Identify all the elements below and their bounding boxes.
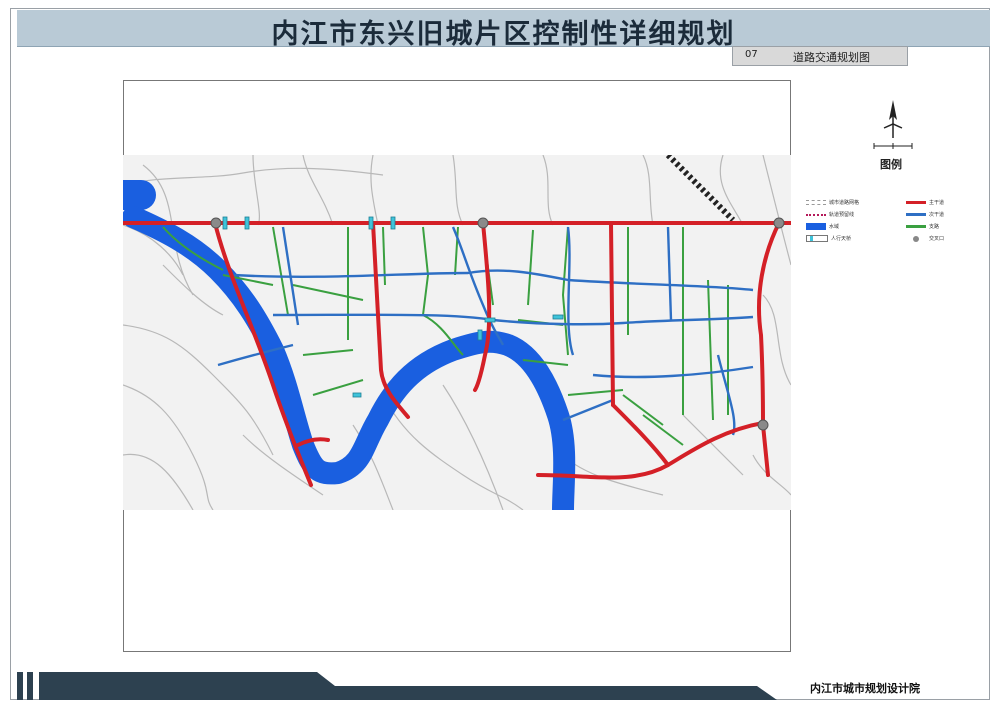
sheet-number: 07 — [745, 49, 758, 60]
arterial-line-icon — [906, 201, 926, 204]
footbridge — [390, 216, 396, 230]
footbridge-swatch-icon — [806, 235, 828, 242]
legend-label: 支路 — [929, 224, 940, 230]
legend-label: 次干道 — [929, 212, 945, 218]
title-bar: 内江市东兴旧城片区控制性详细规划 — [17, 10, 990, 50]
intersection-node — [210, 217, 222, 229]
legend-item: 主干道 — [906, 198, 944, 207]
footbridge — [244, 216, 250, 230]
legend-item: 城市道路网格 — [806, 198, 859, 207]
legend-item: 人行天桥 — [806, 234, 851, 243]
design-institute: 内江市城市规划设计院 — [810, 682, 920, 695]
intersection-dot-icon — [906, 235, 926, 242]
sheet-info-bar: 07 道路交通规划图 — [732, 46, 908, 66]
legend-item: 水域 — [806, 222, 839, 231]
legend-item: 交叉口 — [906, 234, 944, 243]
footer-bar — [17, 672, 777, 700]
intersection-node — [477, 217, 489, 229]
branch-line-icon — [906, 225, 926, 228]
road-plan-map — [123, 155, 791, 510]
legend-item: 轨道预留线 — [806, 210, 854, 219]
legend-label: 城市道路网格 — [829, 200, 860, 206]
intersection-node — [773, 217, 785, 229]
water-swatch-icon — [806, 223, 826, 230]
footbridge — [368, 216, 374, 230]
rail-reserve-line-icon — [806, 213, 826, 216]
legend-label: 轨道预留线 — [829, 212, 855, 218]
secondary-line-icon — [906, 213, 926, 216]
map-background — [123, 155, 791, 510]
footbridge — [222, 216, 228, 230]
legend-item: 次干道 — [906, 210, 944, 219]
footbridge — [477, 329, 483, 341]
legend-label: 水域 — [829, 224, 840, 230]
north-arrow-icon — [873, 100, 913, 149]
legend-label: 人行天桥 — [831, 236, 852, 242]
intersection-node — [757, 419, 769, 431]
legend-label: 交叉口 — [929, 236, 945, 242]
legend-label: 主干道 — [929, 200, 945, 206]
legend-title: 图例 — [880, 158, 902, 171]
sheet-name: 道路交通规划图 — [793, 51, 870, 64]
footbridge — [484, 317, 496, 323]
legend-item: 支路 — [906, 222, 939, 231]
footbridge — [352, 392, 362, 398]
grid-line-icon — [806, 200, 826, 205]
footbridge — [552, 314, 564, 320]
